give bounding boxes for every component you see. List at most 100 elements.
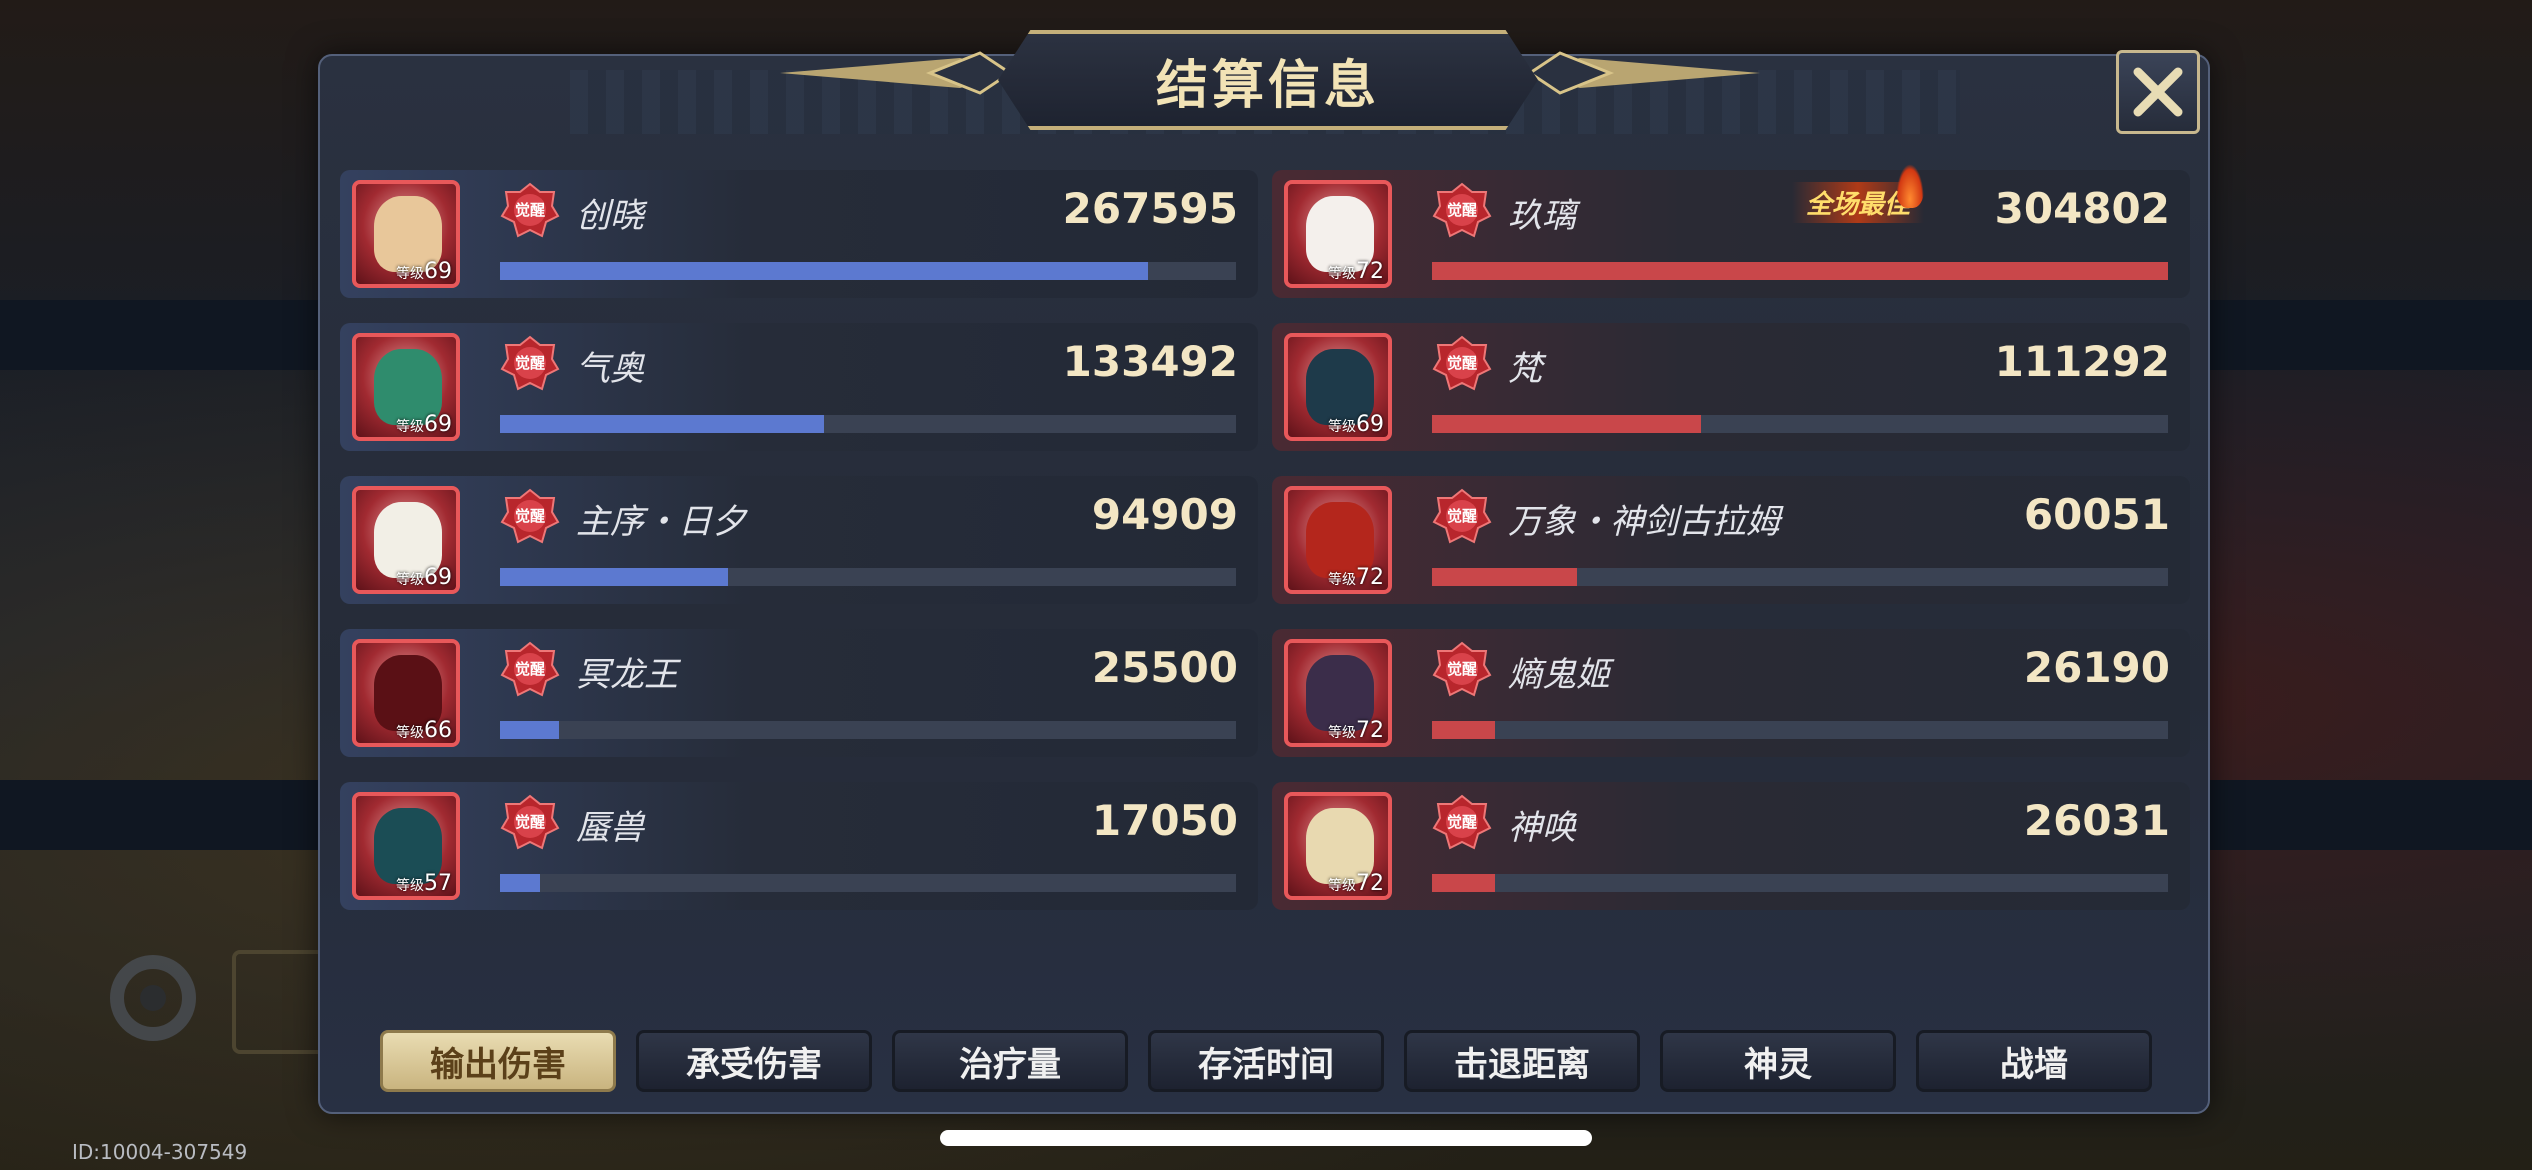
damage-score: 111292 [1994, 337, 2170, 386]
level-badge: 等级69 [1328, 412, 1384, 437]
tab-4[interactable]: 存活时间 [1148, 1030, 1384, 1092]
level-badge: 等级72 [1328, 871, 1384, 896]
awaken-badge-icon: 觉醒 [500, 488, 560, 544]
awaken-label: 觉醒 [514, 354, 545, 372]
damage-bar-track [500, 568, 1236, 586]
hero-portrait[interactable]: 等级57 [352, 792, 460, 900]
player-row[interactable]: 等级69 觉醒 气奥 133492 [340, 323, 1258, 451]
damage-bar-fill [500, 262, 1148, 280]
home-indicator[interactable] [940, 1130, 1592, 1146]
level-badge: 等级69 [396, 565, 452, 590]
awaken-badge-icon: 觉醒 [500, 641, 560, 697]
player-row[interactable]: 等级69 觉醒 创晓 267595 [340, 170, 1258, 298]
hero-name: 玖璃 [1508, 196, 1576, 236]
hero-portrait[interactable]: 等级66 [352, 639, 460, 747]
best-player-badge: 全场最佳 [1792, 164, 1925, 223]
hero-portrait[interactable]: 等级69 [1284, 333, 1392, 441]
level-badge: 等级72 [1328, 565, 1384, 590]
level-value: 69 [424, 565, 452, 590]
hero-name: 蜃兽 [576, 808, 644, 848]
damage-bar-fill [500, 721, 559, 739]
player-row[interactable]: 等级69 觉醒 主序・日夕 94909 [340, 476, 1258, 604]
damage-score: 17050 [1091, 796, 1238, 845]
damage-bar-track [500, 874, 1236, 892]
hero-name: 主序・日夕 [576, 502, 746, 542]
close-icon [2133, 67, 2183, 117]
level-value: 57 [424, 871, 452, 896]
damage-bar-fill [1432, 415, 1701, 433]
awaken-badge-icon: 觉醒 [1432, 488, 1492, 544]
level-badge: 等级69 [396, 412, 452, 437]
awaken-badge-icon: 觉醒 [1432, 182, 1492, 238]
awaken-badge-icon: 觉醒 [1432, 641, 1492, 697]
level-badge: 等级57 [396, 871, 452, 896]
hero-portrait[interactable]: 等级72 [1284, 639, 1392, 747]
damage-score: 25500 [1091, 643, 1238, 692]
close-button[interactable] [2116, 50, 2200, 134]
damage-bar-fill [1432, 721, 1496, 739]
level-badge: 等级72 [1328, 259, 1384, 284]
player-row[interactable]: 等级57 觉醒 蜃兽 17050 [340, 782, 1258, 910]
tab-2[interactable]: 承受伤害 [636, 1030, 872, 1092]
awaken-label: 觉醒 [1446, 813, 1477, 831]
level-prefix: 等级 [396, 725, 424, 741]
damage-bar-fill [1432, 262, 2168, 280]
damage-score: 267595 [1062, 184, 1238, 233]
hero-name: 神唤 [1508, 808, 1576, 848]
banner-wing-left-ornament [780, 48, 1020, 98]
hero-name: 熵鬼姬 [1508, 655, 1610, 695]
hero-portrait[interactable]: 等级69 [352, 180, 460, 288]
level-prefix: 等级 [396, 572, 424, 588]
awaken-label: 觉醒 [1446, 660, 1477, 678]
tab-3[interactable]: 治疗量 [892, 1030, 1128, 1092]
damage-bar-fill [1432, 874, 1495, 892]
awaken-label: 觉醒 [514, 201, 545, 219]
level-prefix: 等级 [396, 266, 424, 282]
level-prefix: 等级 [1328, 419, 1356, 435]
player-row[interactable]: 等级69 觉醒 梵 111292 [1272, 323, 2190, 451]
hero-portrait[interactable]: 等级72 [1284, 486, 1392, 594]
damage-score: 26031 [2023, 796, 2170, 845]
damage-score: 133492 [1062, 337, 1238, 386]
player-row[interactable]: 等级66 觉醒 冥龙王 25500 [340, 629, 1258, 757]
damage-score: 94909 [1091, 490, 1238, 539]
damage-bar-track [1432, 874, 2168, 892]
player-row[interactable]: 等级72 觉醒 神唤 26031 [1272, 782, 2190, 910]
hero-portrait[interactable]: 等级69 [352, 333, 460, 441]
level-value: 72 [1356, 718, 1384, 743]
damage-bar-fill [1432, 568, 1577, 586]
awaken-badge-icon: 觉醒 [500, 182, 560, 238]
tab-1[interactable]: 输出伤害 [380, 1030, 616, 1092]
hero-portrait[interactable]: 等级72 [1284, 180, 1392, 288]
damage-bar-track [1432, 568, 2168, 586]
damage-bar-track [1432, 721, 2168, 739]
awaken-label: 觉醒 [514, 507, 545, 525]
title-banner: 结算信息 [998, 30, 1538, 130]
hero-portrait[interactable]: 等级72 [1284, 792, 1392, 900]
damage-bar-track [1432, 415, 2168, 433]
hero-name: 万象・神剑古拉姆 [1508, 502, 1780, 542]
damage-bar-track [1432, 262, 2168, 280]
auto-button-bg [232, 950, 328, 1054]
level-badge: 等级72 [1328, 718, 1384, 743]
level-prefix: 等级 [396, 419, 424, 435]
tab-7[interactable]: 战墙 [1916, 1030, 2152, 1092]
damage-bar-fill [500, 568, 729, 586]
level-value: 66 [424, 718, 452, 743]
level-prefix: 等级 [1328, 266, 1356, 282]
hero-portrait[interactable]: 等级69 [352, 486, 460, 594]
level-value: 72 [1356, 259, 1384, 284]
awaken-label: 觉醒 [1446, 201, 1477, 219]
player-row[interactable]: 等级72 觉醒 玖璃 全场最佳 304802 [1272, 164, 2190, 298]
tab-5[interactable]: 击退距离 [1404, 1030, 1640, 1092]
damage-bar-track [500, 721, 1236, 739]
awaken-badge-icon: 觉醒 [500, 335, 560, 391]
damage-score: 304802 [1994, 184, 2170, 233]
player-row[interactable]: 等级72 觉醒 熵鬼姬 26190 [1272, 629, 2190, 757]
hero-name: 冥龙王 [576, 655, 678, 695]
level-badge: 等级69 [396, 259, 452, 284]
level-prefix: 等级 [1328, 878, 1356, 894]
player-row[interactable]: 等级72 觉醒 万象・神剑古拉姆 60051 [1272, 476, 2190, 604]
page-title: 结算信息 [1155, 55, 1380, 116]
tab-6[interactable]: 神灵 [1660, 1030, 1896, 1092]
